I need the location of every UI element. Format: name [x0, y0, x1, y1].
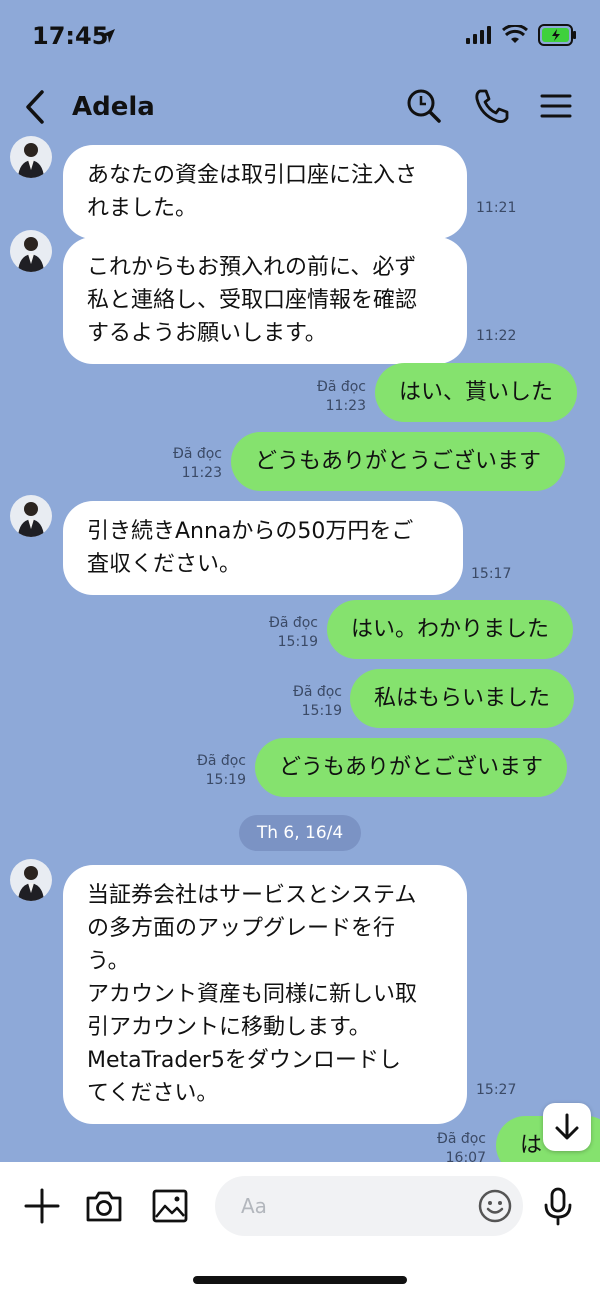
avatar[interactable]: [10, 230, 52, 272]
plus-icon[interactable]: [22, 1186, 62, 1226]
emoji-icon[interactable]: [477, 1188, 513, 1224]
read-label: Đã đọc: [316, 379, 366, 395]
message-time: 11:22: [476, 328, 517, 344]
search-icon[interactable]: [404, 86, 444, 126]
message-bubble-outgoing[interactable]: 私はもらいました: [350, 669, 575, 728]
wifi-icon: [502, 25, 528, 43]
message-input[interactable]: Aa: [215, 1176, 523, 1236]
scroll-to-bottom-button[interactable]: [543, 1103, 591, 1151]
message-bubble-incoming[interactable]: 当証券会社はサービスとシステム の多方面のアップグレードを行 う。 アカウント資…: [63, 865, 467, 1124]
message-text: はい。わかりました: [351, 617, 550, 642]
battery-icon: [538, 24, 576, 46]
home-indicator: [193, 1276, 407, 1284]
status-bar: 17:45: [0, 0, 600, 72]
avatar-icon: [18, 502, 44, 537]
status-time: 17:45: [32, 22, 109, 50]
message-time: 15:19: [277, 634, 318, 650]
read-receipt: Đã đọc 15:19: [252, 614, 318, 652]
message-time: 15:27: [476, 1082, 517, 1098]
message-text: 私はもらいました: [374, 686, 551, 711]
read-label: Đã đọc: [172, 446, 222, 462]
location-icon: [101, 29, 115, 43]
message-text: どうもありがとございます: [279, 755, 544, 780]
chat-area[interactable]: あなたの資金は取引口座に注入さ れました。 11:21 これからもお預入れの前に…: [0, 132, 600, 1162]
phone-icon[interactable]: [471, 86, 511, 126]
message-text: 当証券会社はサービスとシステム の多方面のアップグレードを行 う。 アカウント資…: [87, 883, 418, 1106]
avatar[interactable]: [10, 495, 52, 537]
read-receipt: Đã đọc 11:23: [156, 445, 222, 483]
read-label: Đã đọc: [196, 753, 246, 769]
read-receipt: Đã đọc 16:07: [420, 1130, 486, 1162]
message-time: 15:17: [471, 566, 512, 582]
read-receipt: Đã đọc 15:19: [180, 752, 246, 790]
camera-icon[interactable]: [84, 1186, 124, 1226]
message-time: 15:19: [301, 703, 342, 719]
read-receipt: Đã đọc 11:23: [300, 378, 366, 416]
message-bubble-outgoing[interactable]: はい。わかりました: [327, 600, 574, 659]
avatar-icon: [18, 866, 44, 901]
message-time: 11:23: [181, 465, 222, 481]
message-text: は: [520, 1133, 543, 1158]
message-bubble-incoming[interactable]: 引き続きAnnaからの50万円をご 査収ください。: [63, 501, 463, 595]
signal-icon: [466, 26, 491, 44]
arrow-down-icon: [555, 1113, 579, 1140]
chat-title: Adela: [72, 92, 155, 122]
date-divider: Th 6, 16/4: [239, 815, 361, 851]
read-label: Đã đọc: [436, 1131, 486, 1147]
avatar-icon: [18, 237, 44, 272]
read-receipt: Đã đọc 15:19: [276, 683, 342, 721]
message-bubble-outgoing[interactable]: はい、貰いした: [375, 363, 578, 422]
message-text: あなたの資金は取引口座に注入さ れました。: [87, 163, 418, 221]
message-text: はい、貰いした: [399, 380, 554, 405]
message-bubble-outgoing[interactable]: どうもありがとうございます: [231, 432, 566, 491]
message-input-placeholder: Aa: [241, 1194, 267, 1218]
message-bubble-outgoing[interactable]: どうもありがとございます: [255, 738, 568, 797]
message-text: これからもお預入れの前に、必ず 私と連絡し、受取口座情報を確認 するようお願いし…: [87, 255, 418, 346]
mic-icon[interactable]: [538, 1186, 578, 1226]
message-bubble-incoming[interactable]: これからもお預入れの前に、必ず 私と連絡し、受取口座情報を確認 するようお願いし…: [63, 237, 467, 364]
read-label: Đã đọc: [292, 684, 342, 700]
message-time: 16:07: [445, 1150, 486, 1162]
back-icon[interactable]: [20, 88, 50, 126]
message-text: どうもありがとうございます: [255, 449, 542, 474]
message-bubble-incoming[interactable]: あなたの資金は取引口座に注入さ れました。: [63, 145, 467, 239]
avatar[interactable]: [10, 136, 52, 178]
message-text: 引き続きAnnaからの50万円をご 査収ください。: [87, 519, 414, 577]
image-icon[interactable]: [150, 1186, 190, 1226]
read-label: Đã đọc: [268, 615, 318, 631]
menu-icon[interactable]: [536, 86, 576, 126]
message-time: 15:19: [205, 772, 246, 788]
avatar[interactable]: [10, 859, 52, 901]
avatar-icon: [18, 143, 44, 178]
message-time: 11:21: [476, 200, 517, 216]
input-bar: Aa: [0, 1162, 600, 1299]
message-time: 11:23: [325, 398, 366, 414]
